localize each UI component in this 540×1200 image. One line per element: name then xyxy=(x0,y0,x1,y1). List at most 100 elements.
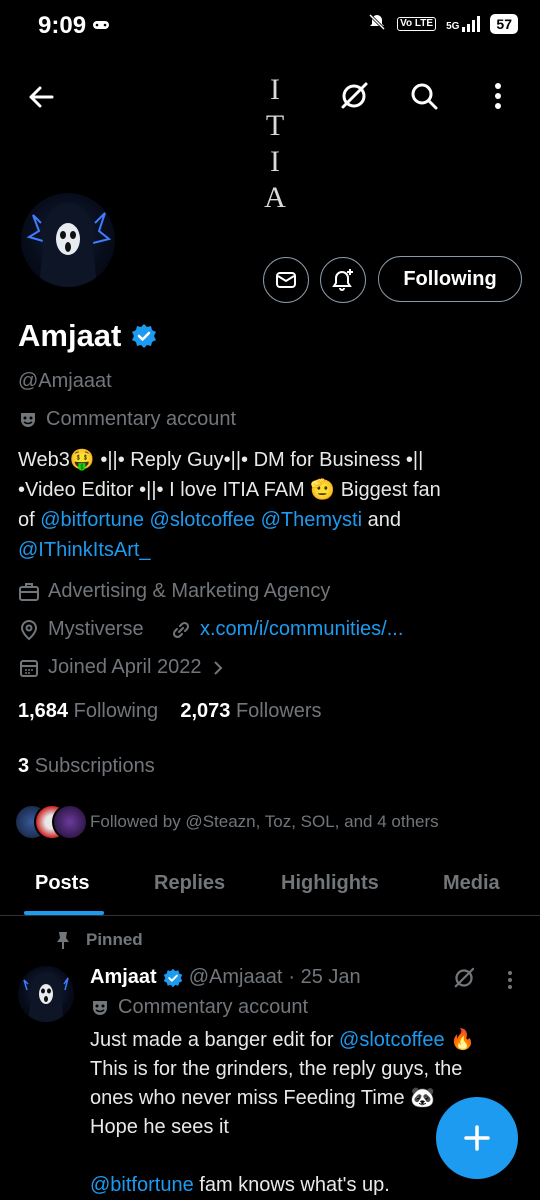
joined-text: Joined April 2022 xyxy=(48,656,202,678)
followers-count: 2,073 xyxy=(180,700,231,722)
verified-badge-icon xyxy=(163,968,182,987)
mention-link[interactable]: @IThinkItsArt_ xyxy=(18,539,151,561)
verified-badge-icon[interactable] xyxy=(131,323,157,349)
hooded-figure-icon xyxy=(26,203,112,287)
following-button[interactable]: Following xyxy=(378,256,522,302)
following-label: Following xyxy=(73,700,159,722)
followed-by-row[interactable]: Followed by @Steazn, Toz, SOL, and 4 oth… xyxy=(14,804,439,840)
profile-handle: @Amjaaat xyxy=(18,370,112,392)
grok-button[interactable] xyxy=(338,80,370,112)
envelope-icon xyxy=(276,272,296,288)
search-button[interactable] xyxy=(408,80,440,112)
mention-link[interactable]: @slotcoffee xyxy=(339,1029,445,1051)
hooded-figure-icon xyxy=(23,972,69,1022)
profile-name: Amjaat xyxy=(18,318,122,353)
following-stat[interactable]: 1,684 Following xyxy=(18,700,158,722)
post-line: Just made a banger edit for @slotcoffee … xyxy=(90,1026,520,1055)
subscriptions-count: 3 xyxy=(18,755,30,777)
post-text-span: 🔥 xyxy=(450,1029,476,1051)
profile-website[interactable]: x.com/i/communities/... xyxy=(170,618,403,641)
active-tab-indicator xyxy=(24,911,104,915)
post-line: @bitfortune fam knows what's up. xyxy=(90,1171,520,1200)
tab-replies[interactable]: Replies xyxy=(154,872,225,895)
mention-link[interactable]: @bitfortune xyxy=(40,509,144,531)
volte-badge: Vo LTE xyxy=(397,16,437,31)
link-icon xyxy=(172,621,190,638)
logo-letter: A xyxy=(264,181,286,214)
plus-icon xyxy=(464,1125,490,1151)
tab-posts[interactable]: Posts xyxy=(35,872,89,895)
mute-icon xyxy=(367,12,387,35)
pinned-indicator: Pinned xyxy=(54,930,143,950)
profile-tabs: Posts Replies Highlights Media xyxy=(0,860,540,916)
compose-post-button[interactable] xyxy=(436,1097,518,1179)
location-text: Mystiverse xyxy=(48,618,144,640)
post-label-text: Commentary account xyxy=(118,996,309,1018)
post-header: Amjaat @Amjaaat · 25 Jan xyxy=(90,966,361,989)
signal-icon: 5G xyxy=(446,15,481,32)
post-label: Commentary account xyxy=(90,996,308,1019)
calendar-icon xyxy=(20,659,38,677)
masks-icon xyxy=(93,1000,107,1015)
post-date: · 25 Jan xyxy=(288,966,361,988)
subscriptions-stat[interactable]: 3 Subscriptions xyxy=(18,755,155,778)
followed-by-text: Followed by @Steazn, Toz, SOL, and 4 oth… xyxy=(90,812,439,831)
post-text-span: fam knows what's up. xyxy=(199,1174,390,1196)
post-more-button[interactable] xyxy=(500,968,520,997)
bio-text: and xyxy=(367,509,401,531)
vertical-dots-icon xyxy=(508,971,512,989)
logo-letter: T xyxy=(265,109,285,142)
chevron-right-icon xyxy=(214,660,223,675)
status-icons: Vo LTE 5G 57 xyxy=(367,12,518,35)
profile-label: Commentary account xyxy=(18,408,236,431)
itia-logo: I T I A xyxy=(260,72,290,216)
followers-label: Followers xyxy=(235,700,322,722)
follower-avatar xyxy=(52,804,88,840)
mention-link[interactable]: @slotcoffee xyxy=(150,509,256,531)
bio-line: Web3🤑 •||• Reply Guy•||• DM for Business… xyxy=(18,449,424,471)
bell-plus-icon xyxy=(332,269,353,291)
follower-avatars xyxy=(14,804,88,840)
mention-link[interactable]: @bitfortune xyxy=(90,1174,194,1196)
location-pin-icon xyxy=(20,619,38,640)
battery-indicator: 57 xyxy=(490,13,518,34)
pinned-label: Pinned xyxy=(86,930,143,949)
mention-link[interactable]: @Themysti xyxy=(261,509,362,531)
briefcase-icon xyxy=(19,582,39,601)
back-button[interactable] xyxy=(26,82,56,112)
profile-label-text: Commentary account xyxy=(46,408,237,430)
post-text-span: Just made a banger edit for xyxy=(90,1029,334,1051)
post-grok-button[interactable] xyxy=(452,966,476,995)
subscriptions-label: Subscriptions xyxy=(34,755,155,777)
profile-joined[interactable]: Joined April 2022 xyxy=(18,656,227,679)
logo-letter: I xyxy=(270,73,280,106)
category-text: Advertising & Marketing Agency xyxy=(48,580,331,602)
post-author-handle: @Amjaaat xyxy=(188,966,283,988)
profile-avatar[interactable] xyxy=(18,190,118,290)
more-options-button[interactable] xyxy=(482,80,514,112)
grok-icon xyxy=(341,82,368,109)
grok-icon xyxy=(454,967,475,988)
bio-line: •Video Editor •||• I love ITIA FAM 🫡 Big… xyxy=(18,479,441,501)
status-time: 9:09 xyxy=(38,12,87,39)
post-line: This is for the grinders, the reply guys… xyxy=(90,1058,463,1080)
profile-location: Mystiverse xyxy=(18,618,144,641)
tab-highlights[interactable]: Highlights xyxy=(281,872,379,895)
pin-icon xyxy=(57,932,69,949)
profile-bio: Web3🤑 •||• Reply Guy•||• DM for Business… xyxy=(18,445,518,565)
post-author-name[interactable]: Amjaat xyxy=(90,966,157,989)
message-button[interactable] xyxy=(263,257,309,303)
website-link[interactable]: x.com/i/communities/... xyxy=(200,618,403,641)
bio-line: @IThinkItsArt_ xyxy=(18,535,518,565)
notify-button[interactable] xyxy=(320,257,366,303)
status-bar: 9:09 Vo LTE 5G 57 xyxy=(0,0,540,52)
followers-stat[interactable]: 2,073 Followers xyxy=(180,700,321,722)
bio-line: of @bitfortune @slotcoffee @Themysti and xyxy=(18,505,518,535)
masks-icon xyxy=(21,412,35,427)
search-icon xyxy=(411,83,438,110)
gamepad-icon xyxy=(92,18,110,34)
bio-text: of xyxy=(18,509,35,531)
post-author-avatar[interactable] xyxy=(18,966,74,1022)
profile-name-row: Amjaat xyxy=(18,318,157,354)
tab-media[interactable]: Media xyxy=(443,872,500,895)
